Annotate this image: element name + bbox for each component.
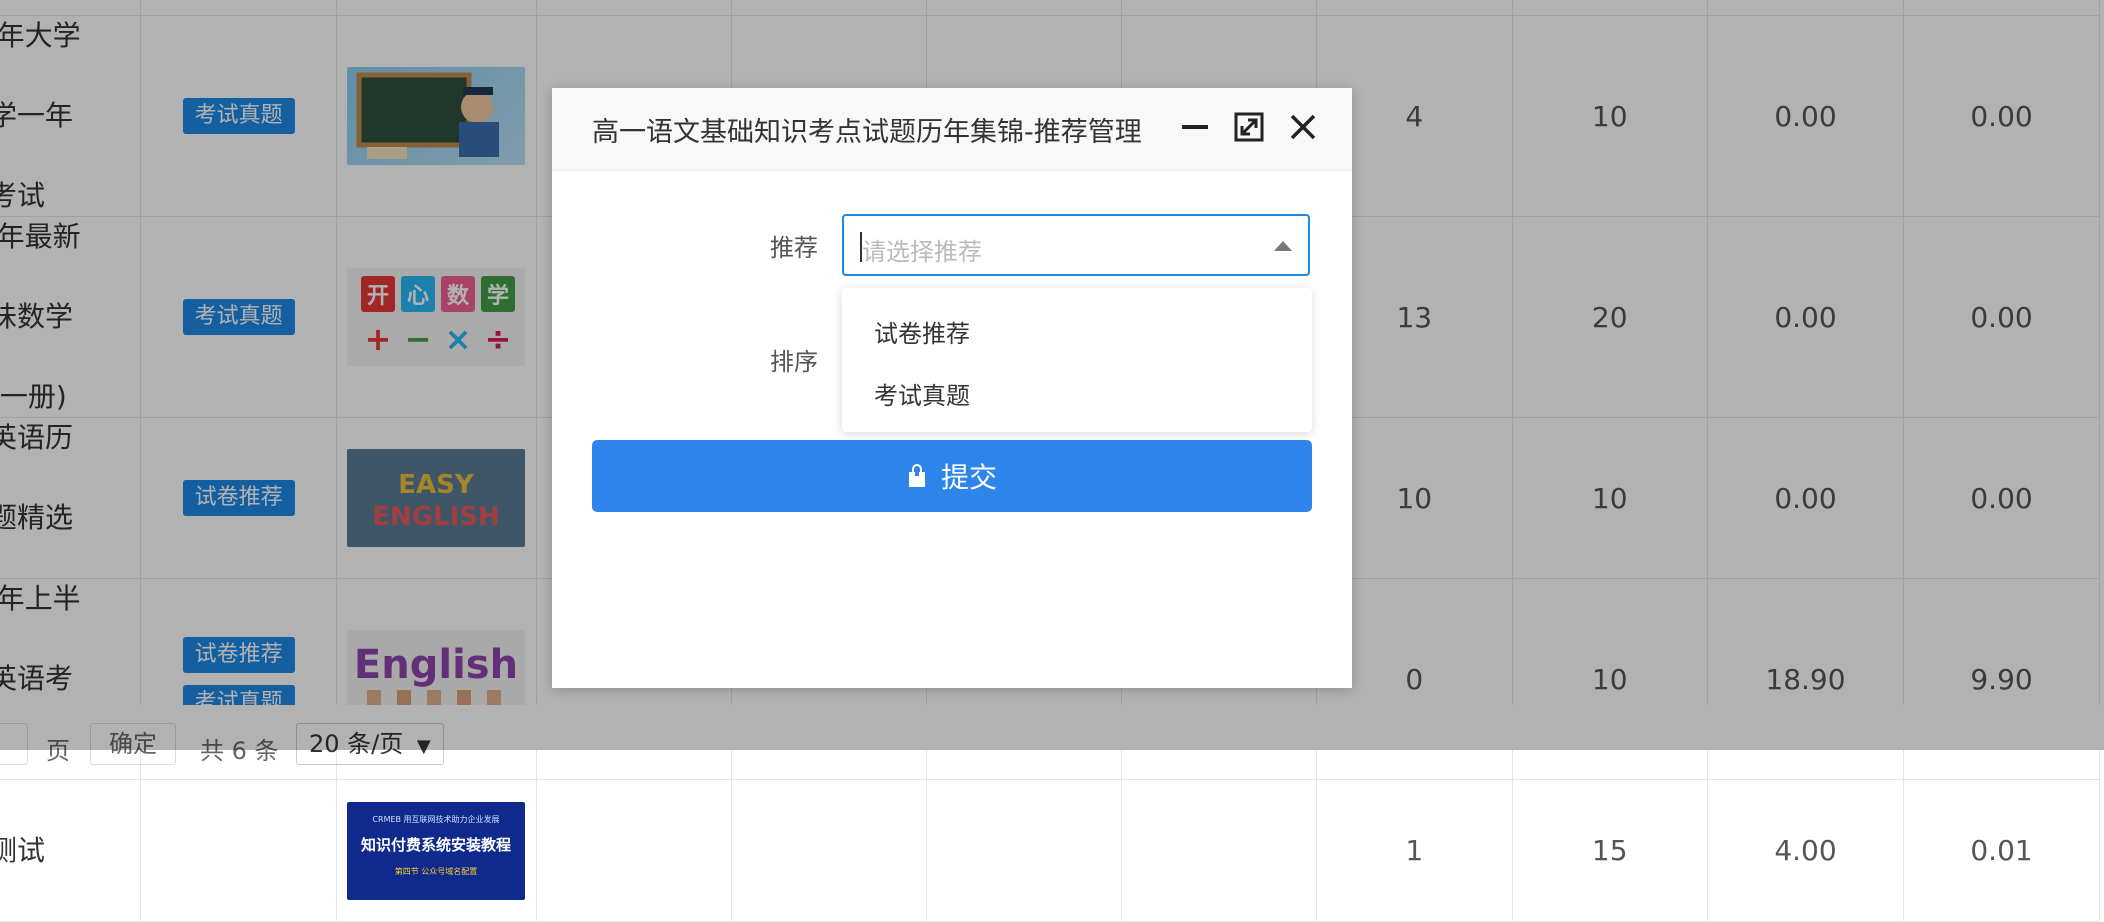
recommend-modal: 高一语文基础知识考点试题历年集锦-推荐管理 推荐 请选择推荐 排序 试卷推荐 考… [552,88,1352,688]
table-cell [535,779,732,922]
maximize-icon[interactable] [1234,112,1264,142]
table-cell [925,779,1122,922]
cover-image: CRMEB 用互联网技术助力企业发展知识付费系统安装教程第四节 公众号域名配置 [347,801,526,900]
bag-icon [908,464,925,487]
table-cell [1120,779,1318,922]
recommend-dropdown: 试卷推荐 考试真题 [842,288,1312,432]
recommend-select[interactable]: 请选择推荐 [842,214,1310,276]
option-exam-real[interactable]: 考试真题 [874,376,970,411]
table-cell: 15 [1511,779,1708,922]
table-cell: 4.00 [1706,779,1905,922]
submit-button[interactable]: 提交 [592,440,1312,512]
sort-label: 排序 [770,348,818,376]
svg-text:第四节 公众号域名配置: 第四节 公众号域名配置 [395,866,478,876]
recommend-label: 推荐 [770,234,818,262]
svg-text:CRMEB 用互联网技术助力企业发展: CRMEB 用互联网技术助力企业发展 [373,814,500,824]
modal-header: 高一语文基础知识考点试题历年集锦-推荐管理 [552,88,1352,171]
svg-text:知识付费系统安装教程: 知识付费系统安装教程 [361,836,511,854]
badge-cell [140,779,337,922]
cover-cell: CRMEB 用互联网技术助力企业发展知识付费系统安装教程第四节 公众号域名配置 [335,779,537,922]
minimize-icon[interactable] [1180,112,1210,142]
submit-label: 提交 [940,461,997,494]
table-cell [730,779,927,922]
course-title-cell: 试测试 [0,779,142,922]
table-row: 试测试 CRMEB 用互联网技术助力企业发展知识付费系统安装教程第四节 公众号域名… [0,779,2100,922]
modal-title: 高一语文基础知识考点试题历年集锦-推荐管理 [592,117,1142,148]
chevron-up-icon [1274,241,1292,251]
option-paper-recommend[interactable]: 试卷推荐 [874,314,970,349]
table-cell: 1 [1316,779,1513,922]
course-title-line: 试测试 [0,833,46,867]
table-cell: 0.01 [1903,779,2100,922]
close-icon[interactable] [1288,112,1318,142]
recommend-placeholder: 请选择推荐 [862,238,982,266]
